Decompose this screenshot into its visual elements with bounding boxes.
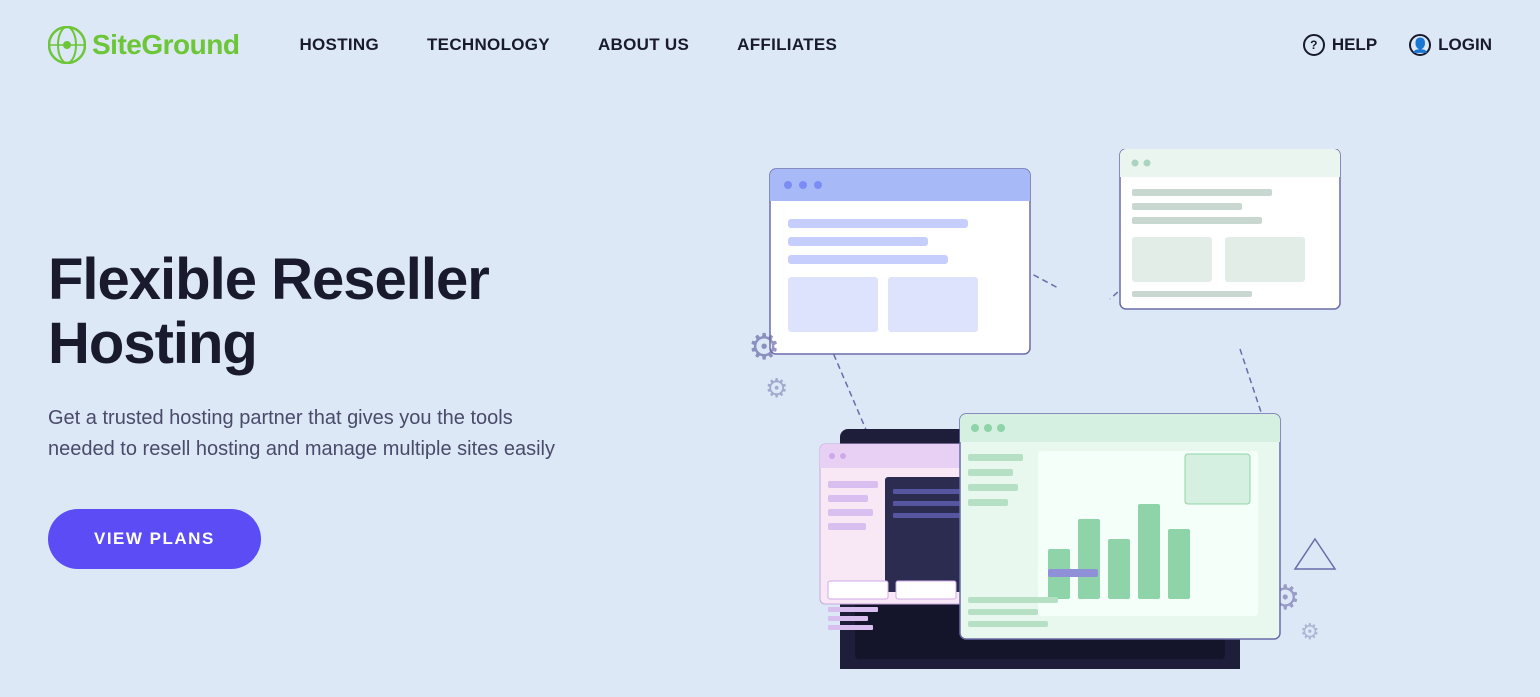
nav-link-technology[interactable]: TECHNOLOGY — [427, 35, 550, 55]
nav-link-about-us[interactable]: ABOUT US — [598, 35, 689, 55]
login-link[interactable]: 👤 LOGIN — [1409, 34, 1492, 56]
illustration-svg: ⚙ ⚙ ⚙ ⚙ — [710, 149, 1350, 669]
hero-content: Flexible Reseller Hosting Get a trusted … — [48, 248, 568, 570]
logo[interactable]: SiteGround — [48, 26, 239, 64]
svg-text:⚙: ⚙ — [748, 326, 780, 367]
hero-title: Flexible Reseller Hosting — [48, 248, 568, 376]
view-plans-button[interactable]: VIEW PLANS — [48, 509, 261, 569]
nav-link-hosting[interactable]: HOSTING — [299, 35, 379, 55]
nav-right: ? HELP 👤 LOGIN — [1303, 34, 1492, 56]
nav-link-affiliates[interactable]: AFFILIATES — [737, 35, 837, 55]
svg-text:⚙: ⚙ — [765, 373, 788, 403]
login-icon: 👤 — [1409, 34, 1431, 56]
help-link[interactable]: ? HELP — [1303, 34, 1377, 56]
help-icon: ? — [1303, 34, 1325, 56]
logo-icon — [48, 26, 86, 64]
svg-text:⚙: ⚙ — [1300, 619, 1320, 644]
hero-subtitle: Get a trusted hosting partner that gives… — [48, 403, 568, 465]
logo-text: SiteGround — [92, 29, 239, 61]
hero-illustration: ⚙ ⚙ ⚙ ⚙ — [568, 120, 1492, 697]
hero-section: Flexible Reseller Hosting Get a trusted … — [0, 90, 1540, 697]
nav-links: HOSTING TECHNOLOGY ABOUT US AFFILIATES — [299, 35, 1302, 55]
navbar: SiteGround HOSTING TECHNOLOGY ABOUT US A… — [0, 0, 1540, 90]
